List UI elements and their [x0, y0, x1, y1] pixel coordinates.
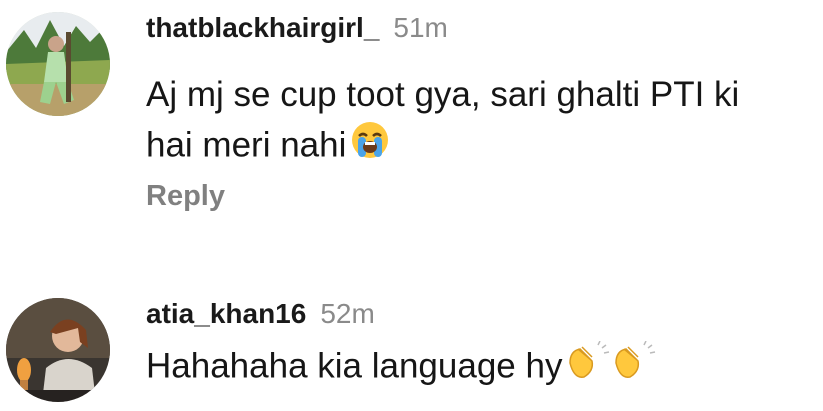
comment-item: thatblackhairgirl_ 51m Aj mj se cup toot… — [0, 0, 823, 260]
comment-text-line: Aj mj se cup toot gya, sari ghalti PTI k… — [146, 75, 740, 114]
comment-text-segment: Hahahaha kia language hy — [146, 346, 563, 386]
avatar-image — [6, 298, 110, 402]
username[interactable]: atia_khan16 — [146, 298, 306, 330]
timestamp: 52m — [320, 298, 375, 329]
comment-text: Hahahaha kia language hy — [146, 340, 816, 395]
comment-text: Aj mj se cup toot gya, sari ghalti PTI k… — [146, 70, 816, 174]
comment-text-line: Hahahaha kia language hy — [146, 340, 816, 395]
avatar[interactable] — [6, 12, 110, 116]
timestamp: 51m — [393, 12, 448, 43]
username[interactable]: thatblackhairgirl_ — [146, 12, 379, 44]
reply-button[interactable]: Reply — [146, 180, 225, 213]
avatar[interactable] — [6, 298, 110, 402]
avatar-image — [6, 12, 110, 116]
comment-meta: thatblackhairgirl_ 51m — [146, 12, 448, 44]
comment-item: atia_khan16 52m Hahahaha kia language hy — [0, 290, 823, 411]
comment-text-segment: hai meri nahi — [146, 125, 347, 165]
comment-meta: atia_khan16 52m — [146, 298, 375, 330]
clapping-hands-icon — [566, 340, 658, 395]
loudly-crying-face-icon — [350, 120, 390, 174]
comment-text-line-2: hai meri nahi — [146, 120, 816, 174]
